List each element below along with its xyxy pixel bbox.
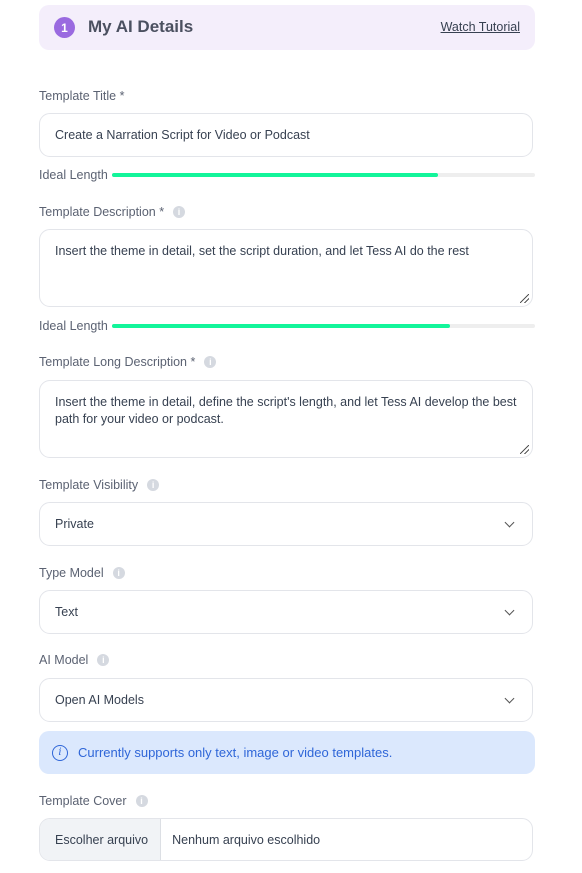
ideal-length-label: Ideal Length xyxy=(39,319,108,333)
info-circle-icon: i xyxy=(52,744,68,761)
watch-tutorial-link[interactable]: Watch Tutorial xyxy=(441,20,520,34)
template-long-description-label: Template Long Description * i xyxy=(39,355,217,369)
resize-handle-icon[interactable] xyxy=(520,445,529,454)
type-model-select[interactable]: Text xyxy=(39,590,533,634)
section-title: My AI Details xyxy=(88,17,194,36)
ai-model-label: AI Model i xyxy=(39,653,110,667)
section-header: 1 My AI Details Watch Tutorial xyxy=(39,5,535,50)
template-visibility-value: Private xyxy=(55,517,94,531)
template-description-value: Insert the theme in detail, set the scri… xyxy=(55,244,469,258)
chevron-down-icon xyxy=(504,517,515,527)
info-icon[interactable]: i xyxy=(147,479,160,491)
info-alert: i Currently supports only text, image or… xyxy=(39,731,535,774)
template-cover-label: Template Cover i xyxy=(39,794,148,808)
template-description-label: Template Description * i xyxy=(39,205,186,219)
template-long-description-value: Insert the theme in detail, define the s… xyxy=(55,395,517,426)
template-visibility-label: Template Visibility i xyxy=(39,478,160,492)
ideal-length-track xyxy=(111,173,535,177)
ai-model-label-text: AI Model xyxy=(39,653,89,667)
ai-model-value: Open AI Models xyxy=(55,693,144,707)
template-cover-file-input[interactable]: Escolher arquivo Nenhum arquivo escolhid… xyxy=(39,818,533,861)
template-visibility-label-text: Template Visibility xyxy=(39,478,139,492)
info-icon[interactable]: i xyxy=(204,356,217,368)
chevron-down-icon xyxy=(504,693,515,703)
info-icon[interactable]: i xyxy=(173,206,186,218)
type-model-label: Type Model i xyxy=(39,566,125,580)
ideal-length-fill xyxy=(111,324,451,328)
template-title-input[interactable]: Create a Narration Script for Video or P… xyxy=(39,113,533,157)
template-cover-label-text: Template Cover xyxy=(39,794,127,808)
ideal-length-track xyxy=(111,324,535,328)
info-icon[interactable]: i xyxy=(112,567,125,579)
template-long-description-label-text: Template Long Description * xyxy=(39,355,196,369)
type-model-value: Text xyxy=(55,605,78,619)
template-description-label-text: Template Description * xyxy=(39,205,165,219)
ideal-length-label: Ideal Length xyxy=(39,168,108,182)
alert-text: Currently supports only text, image or v… xyxy=(78,745,393,760)
choose-file-button[interactable]: Escolher arquivo xyxy=(40,819,162,860)
file-status: Nenhum arquivo escolhido xyxy=(172,832,321,847)
template-description-textarea[interactable]: Insert the theme in detail, set the scri… xyxy=(39,229,533,307)
info-icon[interactable]: i xyxy=(135,795,148,807)
template-visibility-select[interactable]: Private xyxy=(39,502,533,546)
template-title-value: Create a Narration Script for Video or P… xyxy=(55,128,310,142)
type-model-label-text: Type Model xyxy=(39,566,104,580)
description-ideal-length: Ideal Length xyxy=(39,319,535,333)
resize-handle-icon[interactable] xyxy=(520,294,529,303)
ideal-length-fill xyxy=(111,173,438,177)
ai-model-select[interactable]: Open AI Models xyxy=(39,678,533,722)
title-ideal-length: Ideal Length xyxy=(39,168,535,182)
step-number-badge: 1 xyxy=(54,17,75,38)
template-title-label-text: Template Title * xyxy=(39,89,125,103)
template-long-description-textarea[interactable]: Insert the theme in detail, define the s… xyxy=(39,380,533,458)
chevron-down-icon xyxy=(504,605,515,615)
info-icon[interactable]: i xyxy=(97,654,110,666)
template-title-label: Template Title * xyxy=(39,89,124,103)
